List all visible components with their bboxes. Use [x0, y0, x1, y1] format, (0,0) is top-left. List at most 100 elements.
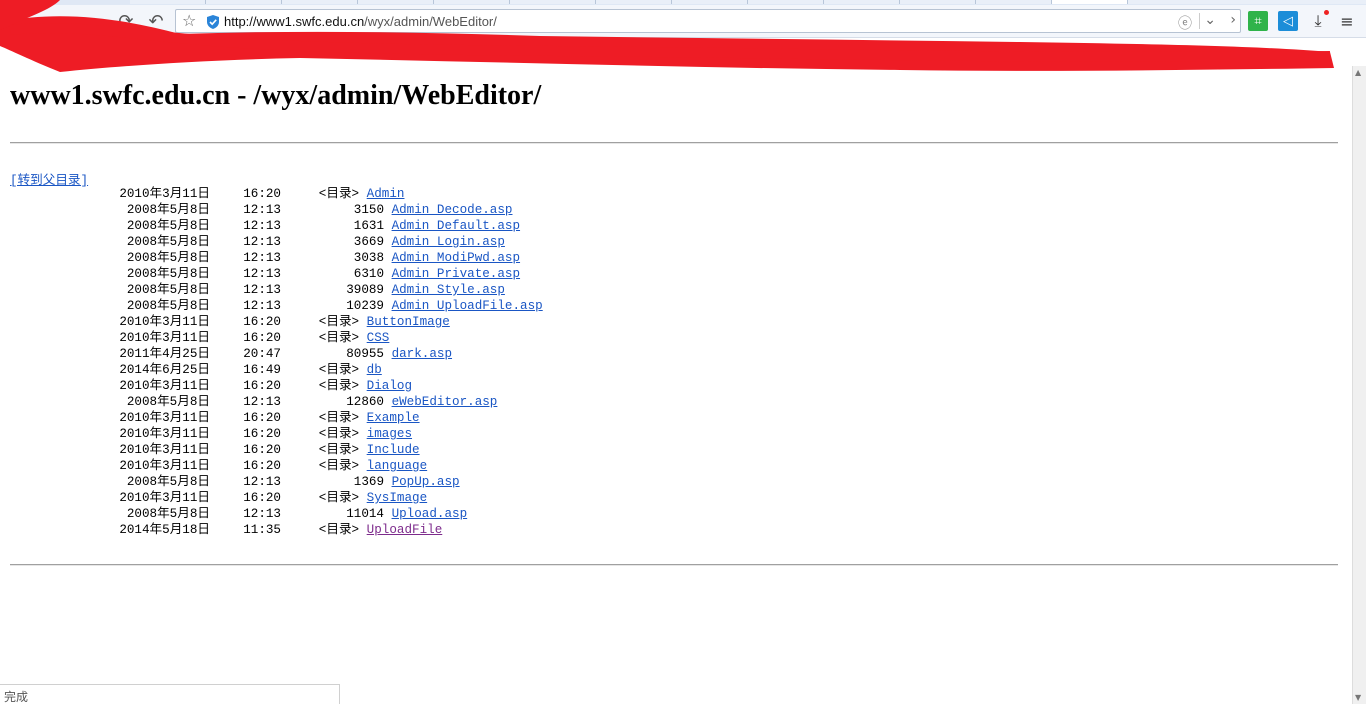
address-bar[interactable]: ☆ http://www1.swfc.edu.cn/wyx/admin/WebE…	[175, 9, 1241, 33]
entry-date: 2010年3月11日	[119, 379, 210, 393]
browser-toolbar: ‹ › ⟳ ↶ ☆ http://www1.swfc.edu.cn/wyx/ad…	[0, 5, 1366, 38]
tab[interactable]	[672, 0, 748, 4]
tab[interactable]	[130, 0, 206, 4]
directory-link[interactable]: language	[367, 459, 427, 473]
list-item: 2010年3月11日 16:20 <目录> Dialog	[10, 378, 543, 394]
entry-size: 11014	[346, 507, 384, 521]
scroll-up-icon[interactable]: ▲	[1355, 68, 1361, 77]
entry-date: 2008年5月8日	[126, 267, 210, 281]
directory-tag: <目录>	[318, 315, 360, 329]
file-link[interactable]: Upload.asp	[392, 507, 468, 521]
file-link[interactable]: Admin_Style.asp	[392, 283, 505, 297]
entry-time: 12:13	[243, 283, 281, 297]
top-divider	[10, 142, 1338, 144]
forward-icon[interactable]: ›	[84, 10, 108, 32]
entry-size: 80955	[346, 347, 384, 361]
directory-link[interactable]: Example	[367, 411, 420, 425]
directory-link[interactable]: Include	[367, 443, 420, 457]
tab[interactable]	[206, 0, 282, 4]
entry-time: 12:13	[243, 203, 281, 217]
bottom-divider	[10, 564, 1338, 566]
entry-time: 16:20	[243, 459, 281, 473]
file-link[interactable]: Admin_Decode.asp	[392, 203, 513, 217]
screenshot-icon[interactable]: ⌗	[1248, 11, 1268, 31]
address-url[interactable]: http://www1.swfc.edu.cn/wyx/admin/WebEdi…	[224, 14, 497, 29]
page-content: www1.swfc.edu.cn - /wyx/admin/WebEditor/…	[0, 66, 1350, 684]
file-link[interactable]: dark.asp	[392, 347, 452, 361]
list-item: 2010年3月11日 16:20 <目录> ButtonImage	[10, 314, 543, 330]
directory-link[interactable]: SysImage	[367, 491, 427, 505]
entry-time: 12:13	[243, 251, 281, 265]
tab[interactable]	[824, 0, 900, 4]
directory-link[interactable]: images	[367, 427, 412, 441]
entry-date: 2008年5月8日	[126, 395, 210, 409]
tab[interactable]	[1128, 0, 1366, 4]
scroll-down-icon[interactable]: ▼	[1355, 693, 1361, 702]
list-item: 2010年3月11日 16:20 <目录> language	[10, 458, 543, 474]
directory-link[interactable]: db	[367, 363, 382, 377]
entry-date: 2008年5月8日	[126, 283, 210, 297]
entry-time: 16:49	[243, 363, 281, 377]
directory-link[interactable]: ButtonImage	[367, 315, 450, 329]
list-item: 2010年3月11日 16:20 <目录> images	[10, 426, 543, 442]
directory-tag: <目录>	[318, 331, 360, 345]
refresh-icon[interactable]: ⟳	[114, 10, 138, 32]
list-item: 2010年3月11日 16:20 <目录> CSS	[10, 330, 543, 346]
directory-link[interactable]: UploadFile	[367, 523, 443, 537]
entry-time: 12:13	[243, 475, 281, 489]
go-icon[interactable]: ›	[1230, 12, 1236, 28]
tab-active[interactable]	[1052, 0, 1128, 4]
directory-tag: <目录>	[318, 427, 360, 441]
entry-date: 2008年5月8日	[126, 475, 210, 489]
notification-dot	[1324, 10, 1329, 15]
list-item: 2008年5月8日 12:13 3038 Admin_ModiPwd.asp	[10, 250, 543, 266]
download-icon[interactable]: ⤓	[1308, 10, 1329, 31]
list-item: 2008年5月8日 12:13 10239 Admin_UploadFile.asp	[10, 298, 543, 314]
entry-size: 12860	[346, 395, 384, 409]
entry-date: 2010年3月11日	[119, 459, 210, 473]
status-bar: 完成	[0, 684, 340, 704]
list-item: 2008年5月8日 12:13 12860 eWebEditor.asp	[10, 394, 543, 410]
bookmark-item[interactable]: 图王安	[92, 40, 128, 57]
status-text: 完成	[4, 690, 29, 704]
tab[interactable]	[434, 0, 510, 4]
tab[interactable]	[596, 0, 672, 4]
file-link[interactable]: PopUp.asp	[392, 475, 460, 489]
directory-link[interactable]: Dialog	[367, 379, 412, 393]
entry-time: 16:20	[243, 427, 281, 441]
entry-date: 2010年3月11日	[119, 427, 210, 441]
entry-date: 2014年5月18日	[119, 523, 210, 537]
tab[interactable]	[748, 0, 824, 4]
dropdown-icon[interactable]: ⌄	[1204, 12, 1216, 28]
tab[interactable]	[510, 0, 596, 4]
list-item: 2010年3月11日 16:20 <目录> Admin	[10, 186, 543, 202]
ie-mode-icon[interactable]: ⓔ	[1178, 13, 1192, 33]
entry-date: 2014年6月25日	[119, 363, 210, 377]
tab[interactable]	[900, 0, 976, 4]
tab[interactable]	[976, 0, 1052, 4]
directory-tag: <目录>	[318, 363, 360, 377]
menu-icon[interactable]: ≡	[1337, 11, 1357, 31]
tab[interactable]	[282, 0, 358, 4]
file-link[interactable]: Admin_Private.asp	[392, 267, 520, 281]
address-divider	[1199, 13, 1200, 29]
file-link[interactable]: Admin_ModiPwd.asp	[392, 251, 520, 265]
list-item: 2014年5月18日 11:35 <目录> UploadFile	[10, 522, 543, 538]
file-link[interactable]: eWebEditor.asp	[392, 395, 498, 409]
file-link[interactable]: Admin_Login.asp	[392, 235, 505, 249]
directory-tag: <目录>	[318, 523, 360, 537]
undo-icon[interactable]: ↶	[144, 10, 168, 32]
file-link[interactable]: Admin_UploadFile.asp	[392, 299, 543, 313]
sidebar-icon[interactable]: ◁	[1278, 11, 1298, 31]
entry-date: 2010年3月11日	[119, 411, 210, 425]
vertical-scrollbar[interactable]: ▲ ▼	[1352, 66, 1366, 704]
security-shield-icon	[207, 15, 219, 29]
directory-link[interactable]: Admin	[367, 187, 405, 201]
directory-link[interactable]: CSS	[367, 331, 390, 345]
entry-size: 1631	[353, 219, 384, 233]
bookmark-star-icon[interactable]: ☆	[182, 11, 196, 30]
entry-date: 2008年5月8日	[126, 251, 210, 265]
tab[interactable]	[358, 0, 434, 4]
back-icon[interactable]: ‹	[56, 10, 80, 32]
file-link[interactable]: Admin_Default.asp	[392, 219, 520, 233]
